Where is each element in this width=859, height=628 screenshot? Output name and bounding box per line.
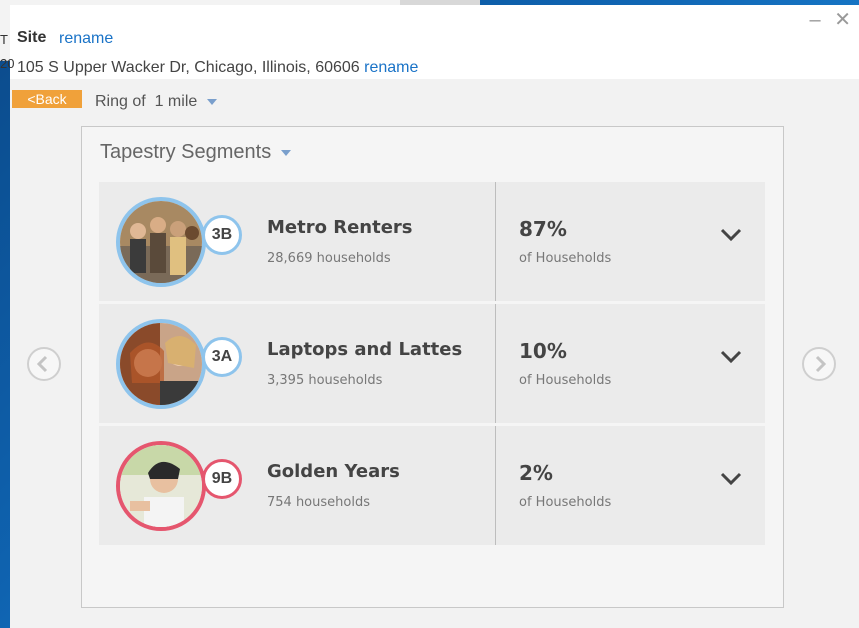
segment-card[interactable]: 9B Golden Years 754 households 2% of Hou… xyxy=(99,426,765,545)
card-divider xyxy=(495,426,496,545)
caret-down-icon xyxy=(207,98,218,105)
segment-photo xyxy=(116,197,206,287)
site-address: 105 S Upper Wacker Dr, Chicago, Illinois… xyxy=(17,59,418,77)
segment-code-badge: 3A xyxy=(202,337,242,377)
rename-site-link[interactable]: rename xyxy=(59,30,113,48)
back-button[interactable]: <Back xyxy=(12,90,82,108)
card-divider xyxy=(495,182,496,301)
segment-photo xyxy=(116,319,206,409)
window-controls: – ✕ xyxy=(810,7,855,32)
segment-percent-label: of Households xyxy=(519,495,612,510)
segments-title[interactable]: Tapestry Segments xyxy=(100,141,292,164)
people-photo-icon xyxy=(120,201,202,283)
close-button[interactable]: ✕ xyxy=(834,9,855,31)
segment-percent-label: of Households xyxy=(519,373,612,388)
chevron-right-circle-icon xyxy=(815,355,827,373)
ring-label: Ring of 1 mile xyxy=(95,93,198,110)
chevron-down-icon xyxy=(720,472,742,486)
segment-households: 754 households xyxy=(267,495,370,510)
tapestry-popup: Site rename 105 S Upper Wacker Dr, Chica… xyxy=(10,5,859,628)
next-page-button[interactable] xyxy=(802,347,836,381)
segment-code-badge: 3B xyxy=(202,215,242,255)
expand-button[interactable] xyxy=(719,348,743,366)
rename-address-link[interactable]: rename xyxy=(364,59,418,76)
site-header: Site rename 105 S Upper Wacker Dr, Chica… xyxy=(10,5,859,79)
segment-name: Laptops and Lattes xyxy=(267,339,463,360)
chevron-down-icon xyxy=(720,228,742,242)
chevron-down-icon xyxy=(720,350,742,364)
people-photo-icon xyxy=(120,323,202,405)
card-divider xyxy=(495,304,496,423)
segment-percent: 10% xyxy=(519,339,567,363)
segments-panel: Tapestry Segments 3B Metro Renters 28,66… xyxy=(81,126,784,608)
segment-photo xyxy=(116,441,206,531)
minimize-button[interactable]: – xyxy=(810,9,825,31)
person-photo-icon xyxy=(120,445,202,527)
chevron-left-circle-icon xyxy=(36,355,48,373)
segment-households: 28,669 households xyxy=(267,251,391,266)
site-label: Site xyxy=(17,29,47,46)
segment-name: Metro Renters xyxy=(267,217,413,238)
expand-button[interactable] xyxy=(719,470,743,488)
background-text-fragment: T 20 xyxy=(0,32,15,71)
segment-percent-label: of Households xyxy=(519,251,612,266)
segment-card[interactable]: 3A Laptops and Lattes 3,395 households 1… xyxy=(99,304,765,423)
expand-button[interactable] xyxy=(719,226,743,244)
segment-households: 3,395 households xyxy=(267,373,383,388)
segment-percent: 87% xyxy=(519,217,567,241)
segment-name: Golden Years xyxy=(267,461,400,482)
address-text: 105 S Upper Wacker Dr, Chicago, Illinois… xyxy=(17,59,360,76)
segment-code-badge: 9B xyxy=(202,459,242,499)
segment-card[interactable]: 3B Metro Renters 28,669 households 87% o… xyxy=(99,182,765,301)
segment-percent: 2% xyxy=(519,461,553,485)
segments-title-text: Tapestry Segments xyxy=(100,141,272,163)
ring-selector[interactable]: Ring of 1 mile xyxy=(95,93,218,111)
caret-down-icon xyxy=(281,149,292,156)
prev-page-button[interactable] xyxy=(27,347,61,381)
